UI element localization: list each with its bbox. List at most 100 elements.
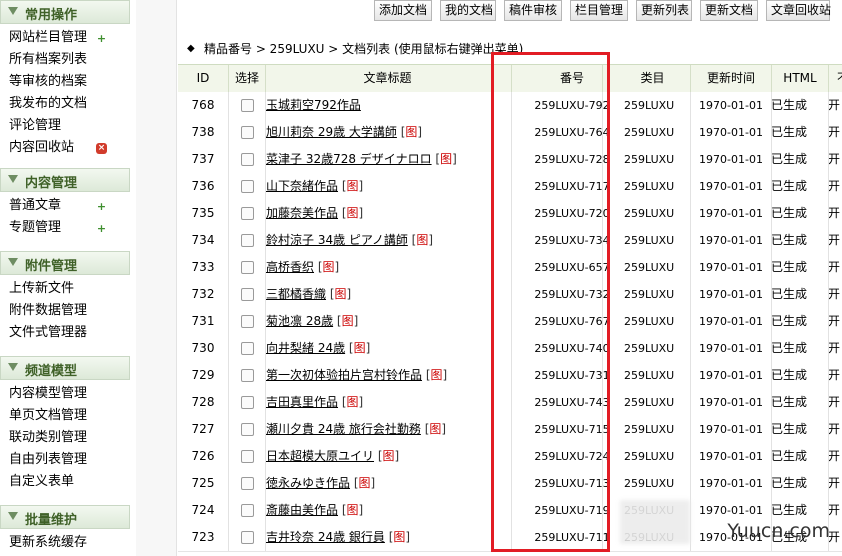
column-header[interactable]: 文章标题 — [266, 65, 509, 92]
row-checkbox[interactable] — [240, 180, 254, 193]
row-checkbox[interactable] — [240, 153, 254, 166]
triangle-down-icon — [8, 512, 18, 520]
article-title-link[interactable]: 山下奈緒作品 — [266, 179, 338, 193]
row-html-status: 已生成 — [771, 152, 808, 166]
picture-flag: [图] — [422, 368, 448, 382]
sidebar-item[interactable]: 内容模型管理 — [9, 384, 87, 404]
article-title-link[interactable]: 玉城莉空792作品 — [266, 98, 361, 112]
article-title-link[interactable]: 高桥香织 — [266, 260, 314, 274]
row-id: 768 — [191, 98, 215, 112]
article-title-link[interactable]: 吉井玲奈 24歳 銀行員 — [266, 530, 385, 544]
toolbar-button[interactable]: 我的文档 — [440, 0, 496, 21]
article-title-link[interactable]: 加藤奈美作品 — [266, 206, 338, 220]
row-checkbox[interactable] — [240, 531, 254, 544]
row-checkbox[interactable] — [240, 261, 254, 274]
sidebar-item[interactable]: 网站栏目管理 — [9, 28, 87, 48]
article-title-link[interactable]: 日本超模大原ユイリ — [266, 449, 374, 463]
column-divider — [265, 146, 266, 173]
sidebar-item[interactable]: 联动类别管理 — [9, 428, 87, 448]
sidebar-item[interactable]: 上传新文件 — [9, 279, 74, 299]
sidebar-item[interactable]: 专题管理 — [9, 218, 61, 238]
sidebar-section-header[interactable]: 频道模型 — [0, 356, 130, 380]
column-divider — [771, 173, 772, 200]
article-title-link[interactable]: 旭川莉奈 29歳 大学講師 — [266, 125, 397, 139]
article-title-link[interactable]: 瀬川夕貴 24歳 旅行会社勤務 — [266, 422, 421, 436]
sidebar-item[interactable]: 我发布的文档 — [9, 94, 87, 114]
sidebar-section-header[interactable]: 常用操作 — [0, 0, 130, 24]
article-title-link[interactable]: 第一次初体验拍片宫村铃作品 — [266, 368, 422, 382]
recycle-icon[interactable]: × — [96, 143, 107, 154]
column-divider — [602, 443, 603, 470]
column-divider — [265, 443, 266, 470]
sidebar-section-header[interactable]: 附件管理 — [0, 251, 130, 275]
column-header[interactable]: 类目 — [615, 65, 690, 92]
sidebar-item[interactable]: 附件数据管理 — [9, 301, 87, 321]
sidebar-item[interactable]: 评论管理 — [9, 116, 61, 136]
row-checkbox[interactable] — [240, 396, 254, 409]
sidebar-item[interactable]: 内容回收站 — [9, 138, 74, 158]
column-header[interactable]: 更新时间 — [691, 65, 771, 92]
add-icon[interactable]: + — [96, 33, 107, 44]
picture-flag: [图] — [338, 503, 364, 517]
column-header[interactable]: 选择 — [229, 65, 265, 92]
row-checkbox[interactable] — [240, 369, 254, 382]
add-icon[interactable]: + — [96, 223, 107, 234]
article-title-link[interactable]: 斎藤由美作品 — [266, 503, 338, 517]
article-title-link[interactable]: 菜津子 32歳728 デザイナロロ — [266, 152, 432, 166]
article-title-link[interactable]: 菊池凛 28歳 — [266, 314, 333, 328]
row-checkbox[interactable] — [240, 315, 254, 328]
sidebar-section-header[interactable]: 批量维护 — [0, 505, 130, 529]
row-checkbox[interactable] — [240, 288, 254, 301]
row-checkbox[interactable] — [240, 450, 254, 463]
toolbar-button[interactable]: 稿件审核 — [504, 0, 562, 21]
sidebar-item[interactable]: 文件式管理器 — [9, 323, 87, 343]
table-row: 732 三都橘香織 [图] 259LUXU-732 259LUXU 1970-01-01… — [178, 281, 842, 309]
row-checkbox[interactable] — [240, 234, 254, 247]
article-title-link[interactable]: 三都橘香織 — [266, 287, 326, 301]
row-checkbox[interactable] — [240, 99, 254, 112]
sidebar-item[interactable]: 单页文档管理 — [9, 406, 87, 426]
column-divider — [602, 335, 603, 362]
column-divider — [602, 281, 603, 308]
toolbar-button[interactable]: 添加文档 — [374, 0, 432, 21]
column-divider — [602, 227, 603, 254]
column-divider — [690, 227, 691, 254]
toolbar-button[interactable]: 栏目管理 — [570, 0, 628, 21]
article-title-link[interactable]: 向井梨緒 24歳 — [266, 341, 345, 355]
toolbar-button[interactable]: 文章回收站 — [766, 0, 831, 21]
article-title-link[interactable]: 徳永みゆき作品 — [266, 476, 350, 490]
row-select — [229, 308, 265, 335]
row-checkbox[interactable] — [240, 207, 254, 220]
row-checkbox[interactable] — [240, 342, 254, 355]
row-extra: 开 — [828, 422, 841, 436]
table-row: 736 山下奈緒作品 [图] 259LUXU-717 259LUXU 1970-01-0… — [178, 173, 842, 201]
row-checkbox[interactable] — [240, 126, 254, 139]
sidebar-item[interactable]: 普通文章 — [9, 196, 61, 216]
sidebar-item[interactable]: 等审核的档案 — [9, 72, 87, 92]
row-update-time: 1970-01-01 — [699, 99, 763, 112]
row-update-time: 1970-01-01 — [699, 126, 763, 139]
row-checkbox[interactable] — [240, 477, 254, 490]
column-divider — [265, 308, 266, 335]
sidebar-item[interactable]: 自定义表单 — [9, 472, 74, 492]
sidebar-section-header[interactable]: 内容管理 — [0, 168, 130, 192]
column-header[interactable]: 番号 — [512, 65, 632, 92]
toolbar-button[interactable]: 更新文档 — [700, 0, 758, 21]
column-header[interactable]: 不 — [828, 65, 842, 92]
column-header[interactable]: HTML — [771, 65, 829, 92]
add-icon[interactable]: + — [96, 201, 107, 212]
toolbar-button[interactable]: 更新列表 — [636, 0, 692, 21]
column-divider — [690, 335, 691, 362]
sidebar-item[interactable]: 所有档案列表 — [9, 50, 87, 70]
sidebar-item[interactable]: 自由列表管理 — [9, 450, 87, 470]
picture-flag: [图] — [407, 233, 434, 247]
article-title-link[interactable]: 鈴村涼子 34歳 ピアノ講師 — [266, 233, 408, 247]
row-title-cell: 吉田真里作品 [图] — [266, 389, 509, 416]
article-title-link[interactable]: 吉田真里作品 — [266, 395, 338, 409]
row-checkbox[interactable] — [240, 423, 254, 436]
column-divider — [828, 470, 829, 497]
column-header[interactable]: ID — [178, 65, 228, 92]
row-checkbox[interactable] — [240, 504, 254, 517]
sidebar-item[interactable]: 更新系统缓存 — [9, 533, 87, 553]
table-row: 727 瀬川夕貴 24歳 旅行会社勤務 [图] 259LUXU-715 259LUXU… — [178, 416, 842, 444]
